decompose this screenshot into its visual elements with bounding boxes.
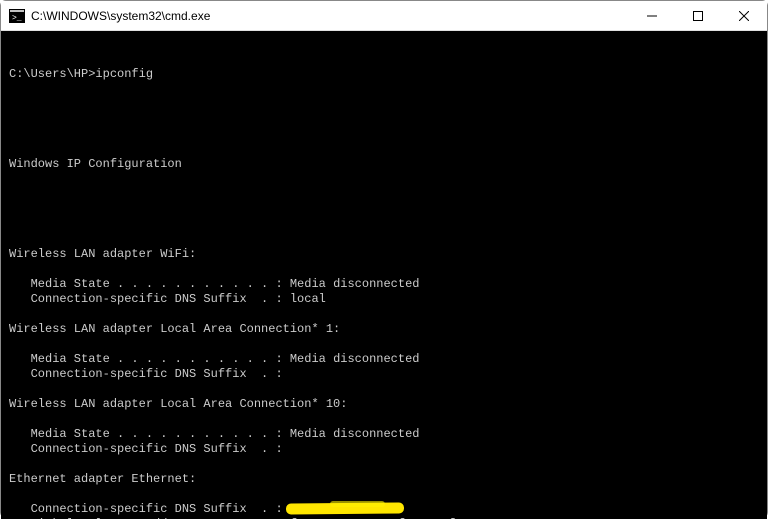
window-titlebar: >_ C:\WINDOWS\system32\cmd.exe xyxy=(1,1,767,31)
adapter-title: Wireless LAN adapter Local Area Connecti… xyxy=(9,397,759,412)
adapter-title: Wireless LAN adapter Local Area Connecti… xyxy=(9,322,759,337)
adapter-field-row: Connection-specific DNS Suffix . : xyxy=(9,367,759,382)
adapter-title: Wireless LAN adapter WiFi: xyxy=(9,247,759,262)
maximize-button[interactable] xyxy=(675,1,721,30)
field-label: Connection-specific DNS Suffix . : xyxy=(9,442,290,456)
field-value: local xyxy=(290,292,326,306)
field-label: Media State . . . . . . . . . . . : xyxy=(9,427,290,441)
adapter-field-row: Connection-specific DNS Suffix . : xyxy=(9,502,759,517)
prompt-text: C:\Users\HP> xyxy=(9,67,95,81)
minimize-button[interactable] xyxy=(629,1,675,30)
field-value: Media disconnected xyxy=(290,427,420,441)
command-prompt-line: C:\Users\HP>ipconfig xyxy=(9,67,759,82)
svg-text:>_: >_ xyxy=(12,14,22,23)
window-controls xyxy=(629,1,767,30)
field-label: Media State . . . . . . . . . . . : xyxy=(9,352,290,366)
field-value: Media disconnected xyxy=(290,352,420,366)
adapter-field-row: Media State . . . . . . . . . . . : Medi… xyxy=(9,427,759,442)
terminal-output[interactable]: C:\Users\HP>ipconfig Windows IP Configur… xyxy=(1,31,767,519)
command-text: ipconfig xyxy=(95,67,153,81)
adapter-block: Wireless LAN adapter WiFi: Media State .… xyxy=(9,247,759,322)
adapter-field-row: Media State . . . . . . . . . . . : Medi… xyxy=(9,277,759,292)
adapter-field-row: Connection-specific DNS Suffix . : local xyxy=(9,292,759,307)
redacted-value xyxy=(290,502,400,515)
ipconfig-heading: Windows IP Configuration xyxy=(9,157,759,172)
field-label: Media State . . . . . . . . . . . : xyxy=(9,277,290,291)
adapter-title: Ethernet adapter Ethernet: xyxy=(9,472,759,487)
window-title: C:\WINDOWS\system32\cmd.exe xyxy=(31,9,629,23)
adapter-field-row: Connection-specific DNS Suffix . : xyxy=(9,442,759,457)
adapter-field-row: Media State . . . . . . . . . . . : Medi… xyxy=(9,352,759,367)
field-label: Connection-specific DNS Suffix . : xyxy=(9,367,290,381)
field-label: Connection-specific DNS Suffix . : xyxy=(9,502,290,516)
close-button[interactable] xyxy=(721,1,767,30)
cmd-icon: >_ xyxy=(9,9,25,23)
adapter-block: Wireless LAN adapter Local Area Connecti… xyxy=(9,397,759,472)
adapter-block: Wireless LAN adapter Local Area Connecti… xyxy=(9,322,759,397)
adapter-block: Ethernet adapter Ethernet: Connection-sp… xyxy=(9,472,759,519)
field-value: Media disconnected xyxy=(290,277,420,291)
field-label: Connection-specific DNS Suffix . : xyxy=(9,292,290,306)
